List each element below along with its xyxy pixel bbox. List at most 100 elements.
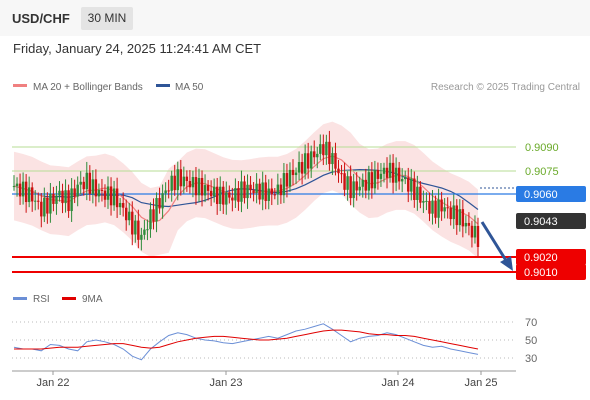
candle-body: [131, 211, 134, 235]
candle-body: [12, 186, 16, 188]
rsi-tick-50: 50: [525, 335, 537, 347]
candle-body: [455, 205, 458, 226]
candle-body: [215, 186, 219, 204]
candle-body: [419, 186, 422, 203]
candle-body: [376, 170, 380, 179]
candle-body: [334, 153, 337, 169]
candle-body: [264, 182, 267, 201]
candle-body: [340, 173, 343, 175]
x-tick-jan24: Jan 24: [381, 377, 414, 389]
candle-body: [461, 209, 465, 227]
candle-body: [379, 173, 383, 179]
candle-body: [206, 185, 210, 191]
candle-body: [164, 190, 167, 194]
credit-text: Research © 2025 Trading Central: [431, 82, 580, 93]
candle-body: [91, 179, 95, 194]
candle-body: [297, 162, 301, 173]
candle-body: [404, 177, 407, 180]
candle-body: [328, 141, 331, 165]
candle-body: [473, 225, 477, 238]
candle-body: [161, 193, 164, 209]
candle-body: [397, 167, 401, 182]
ma20-legend-label: MA 20 + Bollinger Bands: [33, 82, 143, 93]
candle-body: [115, 188, 119, 208]
candle-body: [191, 177, 195, 188]
candle-body: [27, 187, 31, 203]
price-chart: MA 20 + Bollinger Bands MA 50 Research ©…: [12, 82, 586, 389]
candle-body: [40, 201, 43, 217]
candle-body: [361, 179, 364, 187]
candle-body: [422, 200, 425, 203]
candle-body: [197, 177, 201, 196]
candle-body: [343, 173, 346, 190]
candle-body: [382, 167, 386, 174]
candle-body: [203, 185, 207, 196]
ma20-swatch: [13, 84, 27, 87]
candle-body: [94, 179, 98, 197]
candle-body: [310, 151, 313, 169]
candle-body: [252, 190, 255, 193]
candle-body: [385, 167, 389, 178]
ma50-swatch: [156, 84, 170, 87]
candle-body: [300, 162, 304, 174]
candle-body: [325, 141, 328, 156]
candle-body: [146, 229, 149, 231]
candle-body: [434, 200, 437, 218]
candle-body: [306, 153, 310, 169]
rsi-tick-30: 30: [525, 353, 537, 365]
candle-body: [58, 190, 61, 196]
candle-body: [100, 189, 104, 191]
candle-body: [443, 207, 446, 212]
candle-body: [294, 172, 298, 176]
candle-body: [152, 209, 155, 222]
candle-body: [349, 176, 352, 199]
candle-body: [76, 184, 79, 197]
candle-body: [37, 200, 40, 202]
candle-body: [106, 186, 110, 200]
candle-body: [73, 188, 76, 197]
candle-body: [467, 222, 471, 226]
candle-body: [358, 186, 361, 191]
candle-body: [364, 179, 367, 191]
candle-body: [155, 198, 158, 222]
candle-body: [346, 176, 349, 190]
candle-body: [322, 144, 325, 156]
candle-body: [400, 179, 404, 182]
candle-body: [394, 167, 398, 183]
candle-body: [313, 151, 316, 158]
x-tick-jan22: Jan 22: [36, 377, 69, 389]
candle-body: [82, 181, 85, 190]
candle-body: [137, 220, 140, 240]
candle-body: [70, 188, 73, 212]
candle-body: [67, 190, 70, 212]
level-label-9090: 0.9090: [525, 142, 559, 154]
last-price-label: 0.9043: [524, 216, 558, 228]
candle-body: [273, 194, 277, 196]
candle-body: [46, 197, 49, 214]
candle-body: [246, 184, 249, 199]
candle-body: [121, 202, 125, 208]
candle-body: [125, 207, 128, 221]
candle-body: [64, 190, 67, 204]
candle-body: [261, 182, 264, 200]
candle-body: [316, 153, 319, 158]
candle-body: [449, 207, 452, 220]
candle-body: [428, 200, 431, 214]
candle-body: [282, 173, 286, 196]
candle-body: [188, 181, 192, 188]
candle-body: [337, 168, 340, 174]
rsi-ma-legend-label: 9MA: [82, 294, 103, 305]
candle-body: [373, 170, 377, 189]
candle-body: [97, 189, 101, 197]
candle-body: [388, 162, 392, 178]
candle-body: [149, 209, 152, 230]
candle-body: [446, 207, 449, 209]
candle-body: [258, 183, 261, 200]
candle-body: [21, 181, 25, 197]
candle-body: [458, 209, 462, 226]
candle-body: [194, 177, 198, 196]
candle-body: [255, 183, 258, 193]
candle-body: [319, 144, 322, 154]
candle-body: [331, 153, 334, 165]
candle-body: [391, 162, 395, 183]
